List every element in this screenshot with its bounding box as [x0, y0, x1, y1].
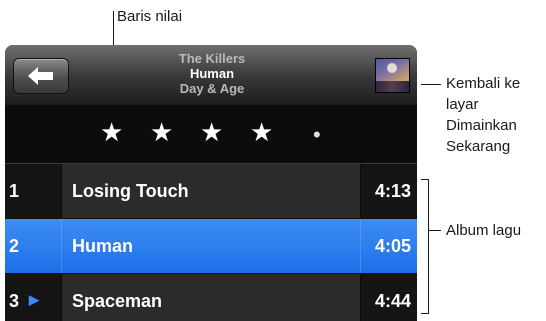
- track-info: The Killers Human Day & Age: [117, 51, 307, 96]
- track-title: Human: [72, 236, 134, 256]
- album-art-moon: [387, 63, 397, 73]
- star-icon[interactable]: ★: [200, 118, 223, 148]
- track-row[interactable]: 3 ▶ Spaceman 4:44: [5, 274, 417, 321]
- rating-row: ★ ★ ★ ★ •: [5, 106, 417, 164]
- now-playing-header: The Killers Human Day & Age: [5, 45, 417, 106]
- now-playing-callout-line-2: layar: [446, 96, 479, 113]
- track-number: 2: [9, 236, 20, 256]
- star-icon[interactable]: ★: [150, 118, 173, 148]
- track-duration: 4:44: [374, 291, 411, 311]
- track-number: 3: [9, 291, 20, 311]
- album-art-icon[interactable]: [375, 58, 410, 93]
- album-callout: Album lagu: [446, 222, 522, 239]
- play-indicator-icon: ▶: [29, 292, 39, 307]
- column-divider: [61, 164, 62, 218]
- now-playing-callout-line: [421, 84, 441, 85]
- track-title: Spaceman: [72, 291, 163, 311]
- now-playing-callout: Kembali ke layar Dimainkan Sekarang: [446, 73, 520, 157]
- now-playing-callout-line-3: Dimainkan: [446, 117, 517, 134]
- column-divider: [61, 219, 62, 273]
- album-name: Day & Age: [179, 81, 245, 96]
- column-divider: [61, 274, 62, 321]
- track-duration: 4:05: [374, 236, 411, 256]
- track-row-selected[interactable]: 2 Human 4:05: [5, 219, 417, 274]
- album-track-screen: The Killers Human Day & Age ★ ★ ★ ★ • 1 …: [5, 45, 417, 321]
- artist-name: The Killers: [178, 51, 246, 66]
- track-duration: 4:13: [374, 181, 411, 201]
- album-bracket-tick: [428, 230, 441, 231]
- star-icon[interactable]: ★: [250, 118, 273, 148]
- star-icon[interactable]: ★: [100, 118, 123, 148]
- album-art-skyline: [376, 81, 409, 92]
- back-arrow-icon: [28, 67, 53, 85]
- track-duration-cell: 4:13: [360, 164, 417, 218]
- back-button[interactable]: [13, 58, 69, 94]
- track-title: Losing Touch: [72, 181, 189, 201]
- track-number: 1: [9, 181, 20, 201]
- album-bracket-vertical: [428, 179, 429, 314]
- rating-row-callout: Baris nilai: [117, 8, 183, 25]
- track-duration-cell: 4:05: [360, 219, 417, 273]
- now-playing-callout-line-1: Kembali ke: [446, 75, 521, 92]
- empty-rating-dot[interactable]: •: [313, 120, 321, 150]
- now-playing-callout-line-4: Sekarang: [446, 138, 511, 155]
- album-bracket-bottom: [421, 313, 429, 314]
- track-row[interactable]: 1 Losing Touch 4:13: [5, 164, 417, 219]
- track-duration-cell: 4:44: [360, 274, 417, 321]
- song-title: Human: [189, 66, 235, 81]
